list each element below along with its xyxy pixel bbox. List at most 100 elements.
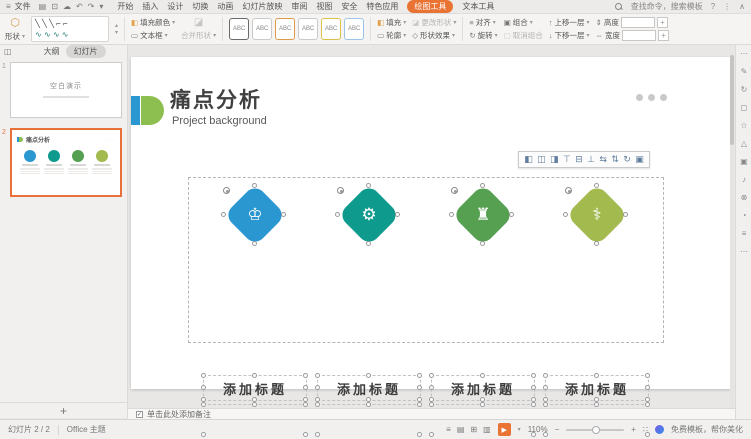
rotate-button[interactable]: ↻旋转▾	[469, 30, 497, 41]
media-panel-icon[interactable]: ♪	[742, 175, 746, 184]
selection-handle[interactable]	[594, 373, 599, 378]
redo-icon[interactable]: ↷	[88, 2, 95, 11]
distribute-h-icon[interactable]: ⇆	[599, 154, 607, 165]
shape-handle[interactable]	[480, 241, 485, 246]
tab-design[interactable]: 设计	[167, 1, 183, 12]
scrollbar-thumb[interactable]	[730, 55, 734, 145]
play-caret-icon[interactable]: ▾	[518, 426, 521, 433]
tab-slideshow[interactable]: 幻灯片放映	[242, 1, 282, 12]
edit-icon[interactable]: ✎	[741, 67, 748, 76]
selection-handle[interactable]	[543, 432, 548, 437]
fill-button[interactable]: ◧填充▾	[377, 17, 406, 28]
pain-point-item-2[interactable]: ⚙ 添加标题 单击此处添加文本具体内容，简明扼要的阐述您的观点。	[317, 185, 421, 401]
shape-handle[interactable]	[480, 183, 485, 188]
tab-special-apps[interactable]: 特色应用	[366, 1, 398, 12]
help-icon[interactable]: ?	[711, 2, 715, 11]
selection-handle[interactable]	[252, 373, 257, 378]
selection-handle[interactable]	[315, 432, 320, 437]
selection-handle[interactable]	[303, 402, 308, 407]
shape-handle[interactable]	[594, 183, 599, 188]
tab-outline[interactable]: 大纲	[44, 46, 60, 57]
cloud-sync-icon[interactable]: ☁	[63, 2, 71, 11]
selection-handle[interactable]	[429, 402, 434, 407]
search-icon[interactable]	[615, 3, 623, 11]
width-input[interactable]	[622, 30, 656, 41]
shapes-panel-icon[interactable]: △	[741, 139, 747, 148]
selection-handle[interactable]	[480, 402, 485, 407]
tab-view[interactable]: 视图	[316, 1, 332, 12]
rotate-handle[interactable]	[565, 187, 572, 194]
fill-color-button[interactable]: ◧填充颜色▾	[131, 17, 175, 28]
shape-handle[interactable]	[563, 212, 568, 217]
height-input[interactable]	[621, 17, 655, 28]
print-icon[interactable]: ⊡	[51, 2, 58, 11]
title-placeholder-2[interactable]: 添加标题	[317, 375, 421, 401]
save-icon[interactable]: ▤	[39, 2, 47, 11]
shape-handle[interactable]	[366, 183, 371, 188]
title-placeholder-3[interactable]: 添加标题	[431, 375, 535, 401]
tab-security[interactable]: 安全	[341, 1, 357, 12]
selection-handle[interactable]	[315, 402, 320, 407]
rotate-handle[interactable]	[451, 187, 458, 194]
reading-view-icon[interactable]: ▥	[483, 425, 491, 434]
text-style-3[interactable]: ABC	[275, 18, 295, 40]
search-commands[interactable]: 查找命令，搜索模板	[631, 1, 703, 12]
more-tools-icon[interactable]: ⋯	[740, 49, 748, 58]
floating-align-toolbar[interactable]: ◧◫◨⊤⊟⊥⇆⇅↻▣	[518, 151, 650, 168]
shape-handle[interactable]	[221, 212, 226, 217]
gallery-up-icon[interactable]: ▴	[115, 22, 118, 29]
send-backward-button[interactable]: ↓下移一层▾	[549, 30, 590, 41]
selection-handle[interactable]	[645, 402, 650, 407]
selection-handle[interactable]	[315, 385, 320, 390]
tab-home[interactable]: 开始	[117, 1, 133, 12]
shape-effect-button[interactable]: ◇形状效果▾	[412, 30, 456, 41]
file-menu[interactable]: 文件	[15, 1, 31, 12]
selection-handle[interactable]	[417, 373, 422, 378]
shape-style-gallery[interactable]: ╲ ╲ ╲ ⌐ ⌐ ∿ ∿ ∿ ∿	[31, 16, 109, 42]
selection-handle[interactable]	[645, 432, 650, 437]
tab-slides[interactable]: 幻灯片	[66, 45, 106, 58]
text-style-6[interactable]: ABC	[344, 18, 364, 40]
layout-panel-icon[interactable]: ▣	[740, 157, 748, 166]
width-stepper[interactable]: +	[658, 30, 669, 41]
selection-handle[interactable]	[543, 373, 548, 378]
favorites-icon[interactable]: ☆	[740, 121, 747, 130]
selection-handle[interactable]	[594, 402, 599, 407]
gallery-row-curves[interactable]: ∿ ∿ ∿ ∿	[35, 29, 105, 40]
align-center-icon[interactable]: ◫	[537, 154, 546, 165]
align-right-icon[interactable]: ◨	[550, 154, 559, 165]
selection-handle[interactable]	[645, 373, 650, 378]
zoom-out-button[interactable]: −	[555, 425, 560, 434]
rotate-handle[interactable]	[223, 187, 230, 194]
clock-icon[interactable]: ◔	[742, 211, 747, 220]
selection-handle[interactable]	[429, 373, 434, 378]
rotate-handle[interactable]	[337, 187, 344, 194]
selection-handle[interactable]	[366, 373, 371, 378]
gallery-down-icon[interactable]: ▾	[115, 29, 118, 36]
new-slide-button[interactable]: +	[0, 402, 127, 418]
selection-handle[interactable]	[531, 402, 536, 407]
shape-handle[interactable]	[449, 212, 454, 217]
slide-title[interactable]: 痛点分析	[170, 84, 262, 114]
shape-handle[interactable]	[252, 241, 257, 246]
align-top-icon[interactable]: ⊤	[563, 154, 571, 165]
slide-thumbnail-1[interactable]: 空白演示	[10, 62, 122, 118]
selection-handle[interactable]	[543, 402, 548, 407]
selection-handle[interactable]	[303, 432, 308, 437]
tab-animation[interactable]: 动画	[217, 1, 233, 12]
zoom-slider[interactable]	[566, 429, 624, 431]
shape-handle[interactable]	[335, 212, 340, 217]
slide-subtitle[interactable]: Project background	[172, 115, 267, 127]
rotate-icon[interactable]: ↻	[623, 154, 631, 165]
tab-insert[interactable]: 插入	[142, 1, 158, 12]
zoom-in-button[interactable]: +	[631, 425, 636, 434]
beautify-icon[interactable]	[655, 425, 664, 434]
slide-canvas[interactable]: 痛点分析 Project background ◧◫◨⊤⊟⊥⇆⇅↻▣ ♔ 添加标…	[131, 57, 731, 389]
align-middle-icon[interactable]: ⊟	[575, 154, 583, 165]
selection-handle[interactable]	[366, 402, 371, 407]
selection-handle[interactable]	[201, 402, 206, 407]
selection-handle[interactable]	[531, 373, 536, 378]
overflow-icon[interactable]: ⋯	[740, 247, 748, 256]
redo-caret-icon[interactable]: ▾	[99, 2, 103, 11]
notes-checkbox[interactable]: ✓	[136, 411, 143, 418]
